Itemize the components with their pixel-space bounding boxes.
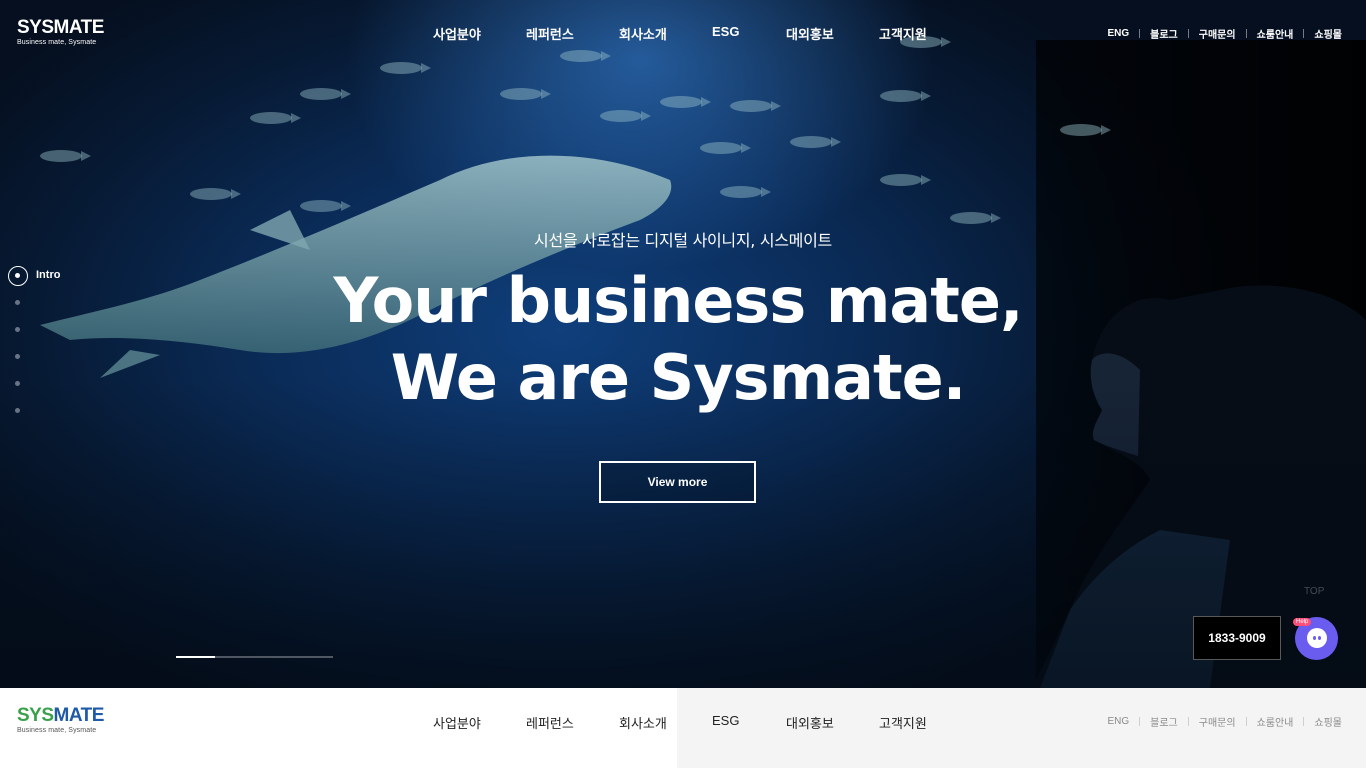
fish-shape: [660, 96, 711, 108]
util-purchase[interactable]: 구매문의: [1199, 26, 1236, 41]
nav-esg[interactable]: ESG: [712, 24, 739, 39]
divider: [1139, 716, 1141, 726]
nav-company[interactable]: 회사소개: [619, 713, 667, 732]
divider: [1303, 716, 1305, 726]
divider: [1139, 28, 1141, 38]
util-purchase[interactable]: 구매문의: [1199, 714, 1236, 729]
fish-shape: [730, 100, 781, 112]
util-eng[interactable]: ENG: [1107, 716, 1129, 727]
hero-subtitle: 시선을 사로잡는 디지털 사이니지, 시스메이트: [534, 231, 832, 250]
nav-pr[interactable]: 대외홍보: [786, 713, 834, 732]
nav-business[interactable]: 사업분야: [433, 713, 481, 732]
fish-shape: [720, 186, 771, 198]
util-shop[interactable]: 쇼핑몰: [1314, 26, 1342, 41]
section-dot[interactable]: [15, 300, 20, 305]
nav-support[interactable]: 고객지원: [879, 24, 927, 43]
section-dot-active[interactable]: [8, 266, 28, 286]
fish-shape: [300, 88, 351, 100]
fish-shape: [600, 110, 651, 122]
util-shop[interactable]: 쇼핑몰: [1314, 714, 1342, 729]
divider: [1303, 28, 1305, 38]
section-dot[interactable]: [15, 381, 20, 386]
hero-title: Your business mate, We are Sysmate.: [0, 262, 1356, 416]
section-indicator: Intro: [8, 266, 60, 413]
nav-business[interactable]: 사업분야: [433, 24, 481, 43]
util-showroom[interactable]: 쇼룸안내: [1257, 714, 1294, 729]
fish-shape: [880, 174, 931, 186]
fish-shape: [950, 212, 1001, 224]
util-blog[interactable]: 블로그: [1150, 714, 1178, 729]
section-dot[interactable]: [15, 327, 20, 332]
nav-pr[interactable]: 대외홍보: [786, 24, 834, 43]
top-button-label[interactable]: TOP: [1304, 586, 1324, 597]
divider: [1187, 716, 1189, 726]
fish-shape: [700, 142, 751, 154]
top-header: SYSMATE Business mate, Sysmate 사업분야 레퍼런스…: [0, 0, 1366, 64]
fish-shape: [790, 136, 841, 148]
divider: [1245, 28, 1247, 38]
util-showroom[interactable]: 쇼룸안내: [1257, 26, 1294, 41]
utility-links: ENG 블로그 구매문의 쇼룸안내 쇼핑몰: [1107, 26, 1342, 41]
help-badge: Help: [1293, 618, 1312, 626]
nav-esg[interactable]: ESG: [712, 713, 739, 728]
nav-company[interactable]: 회사소개: [619, 24, 667, 43]
chatbot-icon: [1307, 628, 1327, 648]
divider: [1245, 716, 1247, 726]
fish-shape: [880, 90, 931, 102]
section-dot[interactable]: [15, 354, 20, 359]
sticky-header: SYSMATE Business mate, Sysmate 사업분야 레퍼런스…: [0, 688, 1366, 768]
fish-shape: [250, 112, 301, 124]
hero-title-line1: Your business mate,: [333, 264, 1023, 337]
fish-shape: [1060, 124, 1111, 136]
slider-progress-fill: [176, 656, 216, 658]
phone-number-button[interactable]: 1833-9009: [1193, 616, 1281, 660]
util-blog[interactable]: 블로그: [1150, 26, 1178, 41]
section-label: Intro: [36, 269, 61, 281]
nav-reference[interactable]: 레퍼런스: [526, 713, 574, 732]
fish-shape: [500, 88, 551, 100]
slider-progress: [176, 656, 333, 658]
util-eng[interactable]: ENG: [1107, 28, 1129, 39]
view-more-button[interactable]: View more: [599, 461, 756, 503]
help-chat-button[interactable]: Help: [1293, 617, 1338, 660]
divider: [1187, 28, 1189, 38]
nav-support[interactable]: 고객지원: [879, 713, 927, 732]
hero-title-line2: We are Sysmate.: [390, 341, 967, 414]
section-dot[interactable]: [15, 408, 20, 413]
nav-reference[interactable]: 레퍼런스: [526, 24, 574, 43]
utility-links: ENG 블로그 구매문의 쇼룸안내 쇼핑몰: [1107, 714, 1342, 729]
